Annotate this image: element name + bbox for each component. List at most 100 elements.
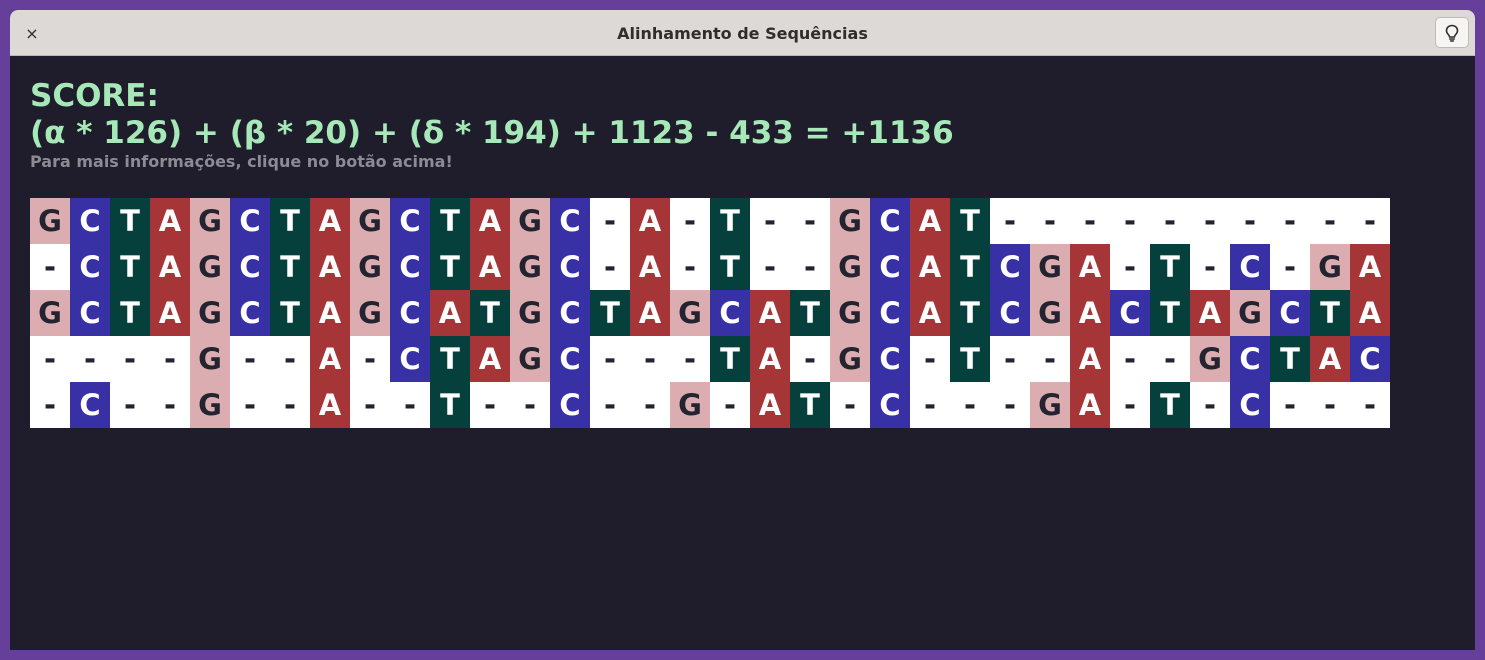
nucleotide-cell-T: T: [710, 336, 750, 382]
nucleotide-cell-G: G: [190, 336, 230, 382]
nucleotide-cell-C: C: [550, 290, 590, 336]
nucleotide-cell-T: T: [1270, 336, 1310, 382]
nucleotide-cell-T: T: [110, 290, 150, 336]
gap-cell: -: [590, 244, 630, 290]
nucleotide-cell-A: A: [1070, 290, 1110, 336]
score-formula: (α * 126) + (β * 20) + (δ * 194) + 1123 …: [30, 115, 954, 151]
gap-cell: -: [510, 382, 550, 428]
nucleotide-cell-T: T: [110, 244, 150, 290]
gap-cell: -: [1270, 382, 1310, 428]
nucleotide-cell-G: G: [190, 290, 230, 336]
nucleotide-cell-G: G: [30, 198, 70, 244]
title-bar: × Alinhamento de Sequências: [10, 10, 1475, 56]
nucleotide-cell-T: T: [430, 336, 470, 382]
gap-cell: -: [270, 336, 310, 382]
nucleotide-cell-A: A: [150, 244, 190, 290]
gap-cell: -: [630, 382, 670, 428]
nucleotide-cell-C: C: [550, 198, 590, 244]
gap-cell: -: [670, 336, 710, 382]
score-label: SCORE:: [30, 78, 159, 114]
nucleotide-cell-G: G: [350, 244, 390, 290]
nucleotide-cell-G: G: [510, 244, 550, 290]
nucleotide-cell-G: G: [830, 244, 870, 290]
nucleotide-cell-A: A: [310, 198, 350, 244]
nucleotide-cell-A: A: [310, 290, 350, 336]
nucleotide-cell-C: C: [550, 382, 590, 428]
nucleotide-cell-G: G: [510, 198, 550, 244]
nucleotide-cell-G: G: [1310, 244, 1350, 290]
nucleotide-cell-A: A: [750, 336, 790, 382]
gap-cell: -: [790, 198, 830, 244]
nucleotide-cell-C: C: [1350, 336, 1390, 382]
nucleotide-cell-T: T: [790, 382, 830, 428]
gap-cell: -: [1270, 198, 1310, 244]
nucleotide-cell-G: G: [670, 290, 710, 336]
alignment-grid: GCTAGCTAGCTAGC-A-T--GCAT-----------CTAGC…: [30, 198, 1390, 428]
gap-cell: -: [230, 336, 270, 382]
nucleotide-cell-G: G: [190, 244, 230, 290]
nucleotide-cell-T: T: [710, 244, 750, 290]
gap-cell: -: [1350, 382, 1390, 428]
gap-cell: -: [30, 244, 70, 290]
nucleotide-cell-G: G: [1230, 290, 1270, 336]
gap-cell: -: [390, 382, 430, 428]
nucleotide-cell-T: T: [270, 290, 310, 336]
gap-cell: -: [470, 382, 510, 428]
nucleotide-cell-C: C: [870, 198, 910, 244]
nucleotide-cell-T: T: [1310, 290, 1350, 336]
nucleotide-cell-C: C: [390, 336, 430, 382]
nucleotide-cell-G: G: [830, 290, 870, 336]
gap-cell: -: [150, 336, 190, 382]
nucleotide-cell-T: T: [270, 198, 310, 244]
nucleotide-cell-T: T: [1150, 244, 1190, 290]
nucleotide-cell-G: G: [350, 198, 390, 244]
gap-cell: -: [710, 382, 750, 428]
nucleotide-cell-T: T: [270, 244, 310, 290]
nucleotide-cell-A: A: [630, 290, 670, 336]
nucleotide-cell-T: T: [950, 244, 990, 290]
nucleotide-cell-A: A: [910, 244, 950, 290]
info-hint: Para mais informações, clique no botão a…: [30, 152, 453, 171]
nucleotide-cell-T: T: [430, 382, 470, 428]
nucleotide-cell-A: A: [470, 336, 510, 382]
gap-cell: -: [1190, 244, 1230, 290]
nucleotide-cell-C: C: [870, 382, 910, 428]
nucleotide-cell-A: A: [910, 290, 950, 336]
gap-cell: -: [630, 336, 670, 382]
gap-cell: -: [150, 382, 190, 428]
gap-cell: -: [790, 336, 830, 382]
gap-cell: -: [1110, 336, 1150, 382]
nucleotide-cell-T: T: [110, 198, 150, 244]
gap-cell: -: [910, 336, 950, 382]
nucleotide-cell-C: C: [70, 198, 110, 244]
gap-cell: -: [1030, 198, 1070, 244]
gap-cell: -: [30, 336, 70, 382]
nucleotide-cell-G: G: [1030, 244, 1070, 290]
gap-cell: -: [1230, 198, 1270, 244]
window-title: Alinhamento de Sequências: [617, 23, 868, 43]
info-button[interactable]: [1435, 17, 1469, 48]
nucleotide-cell-A: A: [750, 290, 790, 336]
nucleotide-cell-T: T: [470, 290, 510, 336]
nucleotide-cell-A: A: [910, 198, 950, 244]
gap-cell: -: [750, 198, 790, 244]
nucleotide-cell-G: G: [190, 198, 230, 244]
nucleotide-cell-T: T: [710, 198, 750, 244]
gap-cell: -: [830, 382, 870, 428]
gap-cell: -: [990, 336, 1030, 382]
gap-cell: -: [1070, 198, 1110, 244]
gap-cell: -: [1310, 382, 1350, 428]
nucleotide-cell-C: C: [870, 290, 910, 336]
gap-cell: -: [1270, 244, 1310, 290]
gap-cell: -: [30, 382, 70, 428]
nucleotide-cell-C: C: [390, 290, 430, 336]
nucleotide-cell-G: G: [830, 336, 870, 382]
nucleotide-cell-A: A: [1350, 290, 1390, 336]
app-window: × Alinhamento de Sequências SCORE: (α * …: [10, 10, 1475, 650]
nucleotide-cell-A: A: [1350, 244, 1390, 290]
nucleotide-cell-T: T: [1150, 382, 1190, 428]
gap-cell: -: [790, 244, 830, 290]
nucleotide-cell-G: G: [1030, 290, 1070, 336]
nucleotide-cell-C: C: [230, 198, 270, 244]
nucleotide-cell-C: C: [870, 244, 910, 290]
